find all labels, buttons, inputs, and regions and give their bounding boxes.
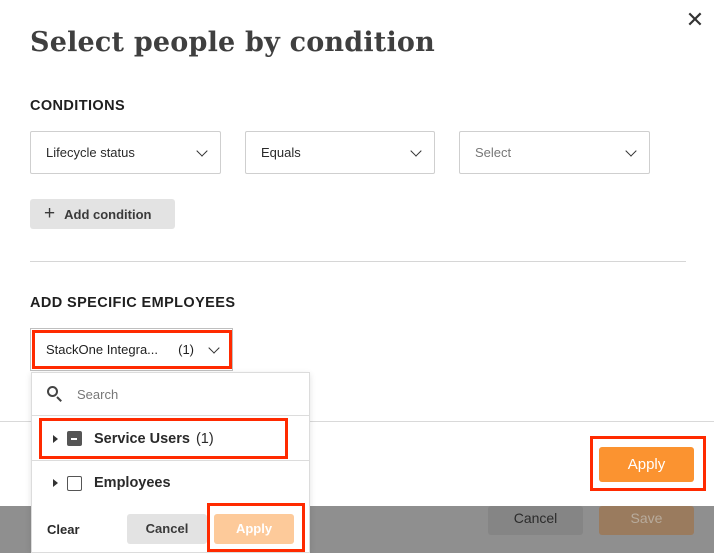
- search-icon: [47, 386, 63, 402]
- conditions-heading: CONDITIONS: [30, 98, 126, 114]
- background-cancel-button: Cancel: [488, 506, 583, 535]
- plus-icon: +: [44, 202, 56, 224]
- chevron-down-icon: [196, 144, 208, 157]
- list-item-count: (1): [195, 430, 214, 447]
- background-save-button: Save: [599, 506, 694, 535]
- employee-select-value: StackOne Integra...: [46, 342, 159, 357]
- clear-button[interactable]: Clear: [47, 522, 80, 537]
- condition-value-placeholder: Select: [475, 145, 512, 160]
- employee-select-count: (1): [178, 342, 194, 357]
- condition-field-select[interactable]: Lifecycle status: [30, 131, 221, 174]
- checkbox[interactable]: [67, 475, 82, 491]
- add-condition-button[interactable]: + Add condition: [30, 199, 175, 229]
- list-item-label: Employees: [94, 475, 171, 491]
- list-item-label: Service Users: [94, 430, 190, 447]
- list-item-employees[interactable]: Employees: [32, 461, 309, 505]
- expand-caret-icon[interactable]: [53, 434, 58, 443]
- chevron-down-icon: [208, 341, 220, 354]
- dropdown-footer: Clear Cancel Apply: [32, 506, 309, 552]
- employee-select[interactable]: StackOne Integra... (1): [30, 328, 233, 371]
- expand-caret-icon[interactable]: [53, 479, 58, 487]
- dropdown-apply-button[interactable]: Apply: [214, 514, 294, 544]
- search-placeholder: Search: [77, 386, 119, 402]
- dropdown-cancel-button[interactable]: Cancel: [127, 514, 207, 544]
- dropdown-search-input[interactable]: Search: [32, 373, 309, 416]
- condition-field-value: Lifecycle status: [46, 145, 135, 160]
- list-item-service-users[interactable]: Service Users (1): [32, 417, 309, 461]
- close-icon[interactable]: ✕: [683, 8, 707, 32]
- add-condition-label: Add condition: [64, 206, 152, 222]
- indeterminate-checkbox[interactable]: [67, 431, 82, 446]
- chevron-down-icon: [410, 144, 422, 157]
- condition-operator-select[interactable]: Equals: [245, 131, 435, 174]
- condition-operator-value: Equals: [261, 145, 301, 160]
- modal-title: Select people by condition: [30, 27, 435, 58]
- condition-value-select[interactable]: Select: [459, 131, 650, 174]
- chevron-down-icon: [625, 144, 637, 157]
- employee-dropdown: Search Service Users (1) Employees Clear…: [31, 372, 310, 553]
- section-divider: [30, 261, 686, 262]
- add-employees-heading: ADD SPECIFIC EMPLOYEES: [30, 295, 236, 311]
- apply-button[interactable]: Apply: [599, 447, 694, 482]
